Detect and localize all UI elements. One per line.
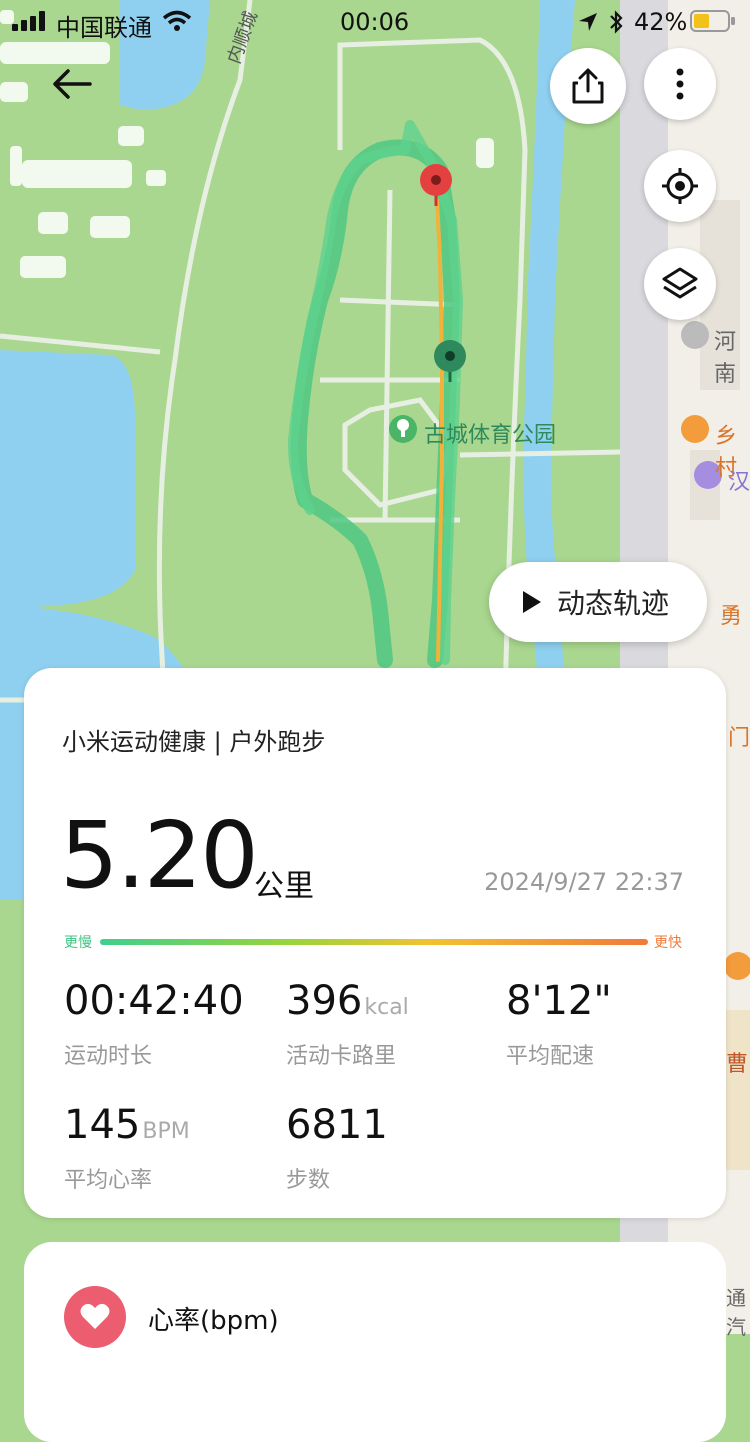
heart-rate-card[interactable]: 心率(bpm): [24, 1242, 726, 1442]
duration-value: 00:42:40: [64, 978, 244, 1024]
pace-label: 平均配速: [506, 1044, 595, 1069]
duration-label: 运动时长: [64, 1044, 153, 1069]
heart-badge: [64, 1286, 126, 1348]
heart-rate-label: 平均心率: [64, 1168, 153, 1193]
status-bar: 中国联通 00:06 42%: [0, 0, 750, 44]
food-poi-icon: [681, 415, 709, 443]
park-poi-icon: [389, 415, 417, 443]
poi-label-1[interactable]: 河南: [714, 324, 750, 388]
layers-icon: [662, 267, 698, 299]
signal-icon: [12, 11, 45, 31]
heart-rate-value: 145BPM: [64, 1102, 190, 1148]
heart-icon: [80, 1303, 110, 1329]
location-arrow-icon: [579, 13, 597, 31]
calories-unit: kcal: [364, 995, 409, 1020]
app-source-label: 小米运动健康 | 户外跑步: [62, 728, 326, 756]
pace-value: 8'12": [506, 978, 612, 1024]
poi-label-5[interactable]: 门: [728, 720, 750, 752]
bluetooth-icon: [610, 10, 623, 34]
share-icon: [572, 68, 604, 104]
pace-fast-label: 更快: [654, 935, 682, 951]
status-time: 00:06: [340, 8, 410, 36]
more-vertical-icon: [676, 68, 684, 100]
distance-value: 5.20: [60, 802, 259, 909]
steps-label: 步数: [286, 1168, 331, 1193]
calories-number: 396: [286, 978, 363, 1024]
locate-button[interactable]: [644, 150, 716, 222]
workout-datetime: 2024/9/27 22:37: [484, 868, 684, 896]
dynamic-track-label: 动态轨迹: [557, 587, 670, 620]
calories-label: 活动卡路里: [286, 1044, 397, 1069]
poi-label-4[interactable]: 勇: [720, 598, 742, 630]
distance-unit: 公里: [254, 869, 314, 904]
pace-slow-label: 更慢: [64, 935, 92, 951]
heart-rate-title: 心率(bpm): [148, 1306, 279, 1336]
pace-gradient-bar: [100, 939, 648, 945]
heart-rate-number: 145: [64, 1102, 141, 1148]
pace-number: 8'12": [506, 978, 612, 1024]
poi-label-7[interactable]: 通汽: [726, 1282, 750, 1340]
layers-button[interactable]: [644, 248, 716, 320]
duration-number: 00:42:40: [64, 978, 244, 1024]
back-arrow-icon[interactable]: [50, 64, 94, 104]
battery-icon: [690, 10, 735, 32]
steps-number: 6811: [286, 1102, 388, 1148]
share-button[interactable]: [550, 48, 626, 124]
poi-label-3[interactable]: 汉: [728, 464, 750, 496]
bank-poi-icon: [681, 321, 709, 349]
park-label[interactable]: 古城体育公园: [424, 417, 556, 449]
more-button[interactable]: [644, 48, 716, 120]
calories-value: 396kcal: [286, 978, 409, 1024]
wifi-icon: [162, 10, 192, 31]
locate-icon: [662, 168, 698, 204]
carrier-label: 中国联通: [56, 14, 152, 42]
heart-rate-unit: BPM: [142, 1119, 190, 1144]
lake-west: [0, 350, 135, 610]
steps-value: 6811: [286, 1102, 388, 1148]
workout-summary-card: 小米运动健康 | 户外跑步 5.20 公里 2024/9/27 22:37 更慢…: [24, 668, 726, 1218]
dynamic-track-button[interactable]: 动态轨迹: [489, 562, 707, 642]
play-icon: [523, 591, 541, 613]
battery-percent: 42%: [634, 8, 688, 36]
poi-label-6[interactable]: 曹: [726, 1046, 748, 1078]
